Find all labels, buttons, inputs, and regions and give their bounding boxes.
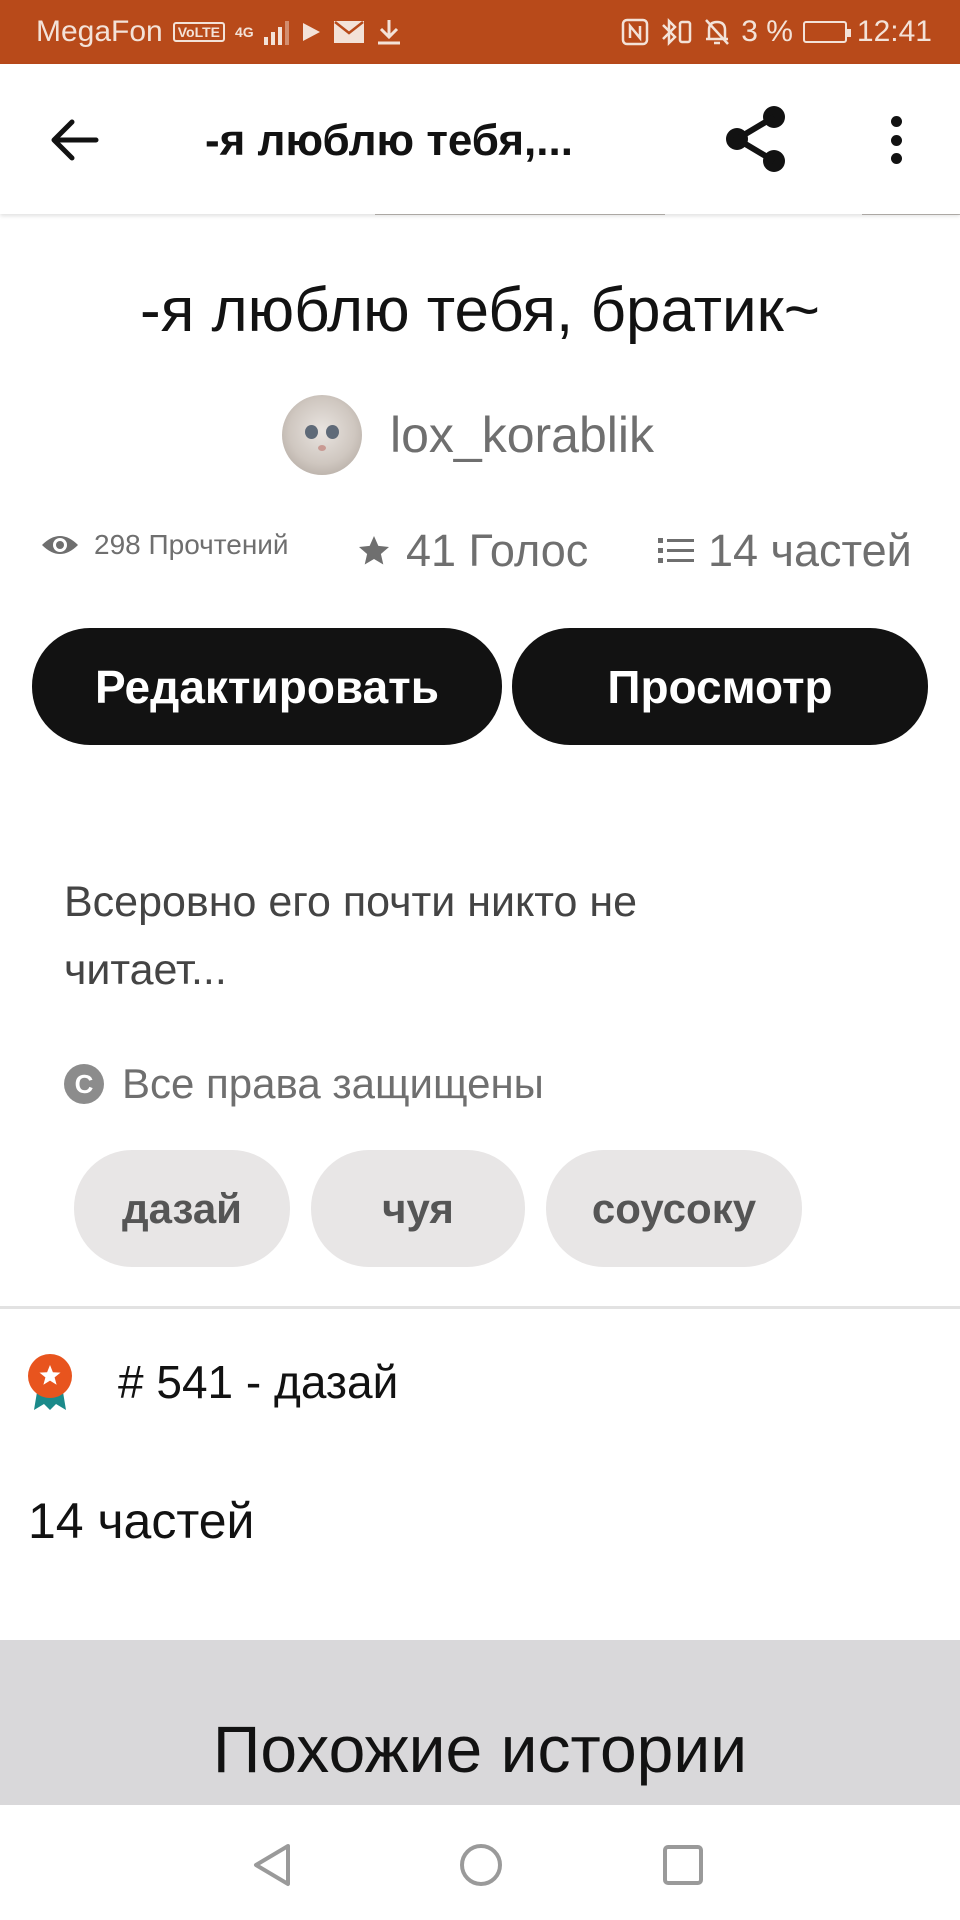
parts-stat-count: 14 частей: [708, 525, 912, 576]
avatar[interactable]: [282, 395, 362, 475]
bluetooth-icon: [662, 17, 692, 47]
votes-stat: 41 Голос: [356, 525, 588, 577]
author-row[interactable]: lox_korablik: [282, 395, 654, 475]
story-description: Всеровно его почти никто не читает...: [64, 878, 638, 994]
battery-percent: 3 %: [741, 15, 793, 48]
tag-chip[interactable]: соусоку: [546, 1150, 802, 1267]
clock: 12:41: [856, 15, 932, 48]
triangle-back-icon[interactable]: [248, 1840, 298, 1890]
volte-icon: VoLTE: [172, 22, 226, 42]
star-icon: [359, 536, 389, 565]
nfc-icon: [621, 18, 649, 46]
status-right: 3 % 12:41: [621, 15, 932, 49]
signal-icon: [263, 19, 289, 45]
status-bar: MegaFon VoLTE 4G 3 % 12:41: [0, 0, 960, 64]
author-name[interactable]: lox_korablik: [390, 406, 654, 464]
parts-stat: 14 частей: [658, 525, 912, 577]
copyright-row: C Все права защищены: [64, 1060, 544, 1108]
copyright-label: Все права защищены: [122, 1060, 544, 1107]
share-icon[interactable]: [722, 104, 792, 174]
bell-off-icon: [705, 19, 730, 45]
system-nav-bar: [0, 1805, 960, 1920]
battery-icon: [802, 21, 851, 43]
download-icon: [377, 20, 400, 45]
arrow-left-icon[interactable]: [48, 114, 100, 166]
network-type: 4G: [235, 24, 254, 40]
eye-icon: [42, 536, 78, 554]
reads-stat: 298 Прочтений: [40, 529, 289, 561]
mail-icon: [333, 21, 364, 43]
circle-home-icon[interactable]: [456, 1840, 506, 1890]
app-bar: -я люблю тебя,...: [0, 64, 960, 214]
carrier-name: MegaFon: [36, 15, 163, 48]
edit-button[interactable]: Редактировать: [32, 628, 502, 745]
ranking-badge-icon: [28, 1354, 72, 1410]
rank-row[interactable]: # 541 - дазай: [24, 1352, 398, 1412]
copyright-icon: C: [64, 1064, 104, 1104]
story-stats: 298 Прочтений 41 Голос 14 частей: [0, 525, 960, 585]
preview-button[interactable]: Просмотр: [512, 628, 928, 745]
more-vertical-icon[interactable]: [878, 110, 914, 170]
parts-count[interactable]: 14 частей: [28, 1492, 254, 1550]
tag-chip[interactable]: дазай: [74, 1150, 290, 1267]
status-left: MegaFon VoLTE 4G: [36, 15, 403, 49]
play-icon: [302, 23, 320, 41]
list-icon: [658, 538, 694, 563]
divider: [0, 1306, 960, 1309]
app-bar-title: -я люблю тебя,...: [205, 116, 573, 165]
tag-chip[interactable]: чуя: [311, 1150, 525, 1267]
votes-count: 41 Голос: [406, 525, 589, 576]
story-title: -я люблю тебя, братик~: [140, 276, 820, 345]
similar-stories-title: Похожие истории: [212, 1712, 748, 1786]
reads-count: 298 Прочтений: [94, 529, 289, 560]
square-recent-icon[interactable]: [658, 1840, 708, 1890]
rank-label[interactable]: # 541 - дазай: [118, 1355, 398, 1409]
similar-stories-section: Похожие истории: [0, 1640, 960, 1805]
